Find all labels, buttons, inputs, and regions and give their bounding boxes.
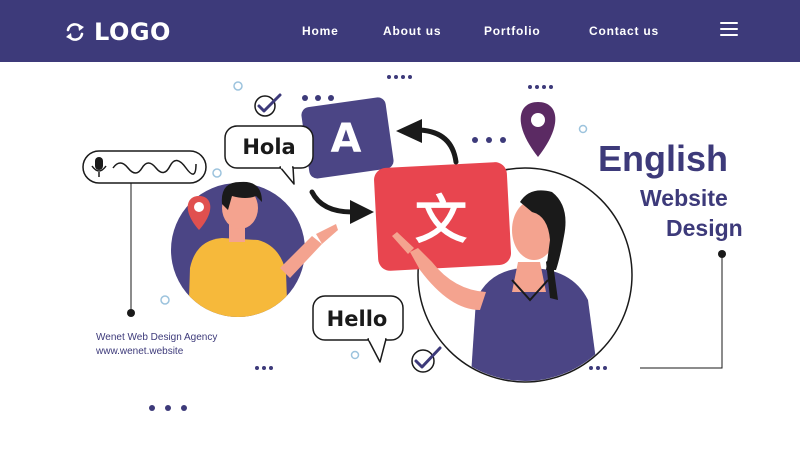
hero-illustration: A Hola 文 Hello xyxy=(82,75,726,411)
speech-bubble-hola: Hola xyxy=(224,125,314,185)
nav-about-us[interactable]: About us xyxy=(383,24,441,38)
card-latin-letter: A xyxy=(331,116,362,162)
sync-arrows-icon xyxy=(66,23,84,41)
headline-design: Design xyxy=(666,215,743,241)
location-pin-icon xyxy=(520,102,556,157)
hero-section: A Hola 文 Hello English Website Design We… xyxy=(0,62,800,450)
hamburger-menu-icon[interactable] xyxy=(720,22,740,40)
connector-dot xyxy=(127,309,135,317)
language-card-translate: 文 xyxy=(374,162,512,271)
card-translate-glyph: 文 xyxy=(415,191,467,251)
nav-home[interactable]: Home xyxy=(302,24,339,38)
headline-website: Website xyxy=(640,185,728,211)
bubble-hola-text: Hola xyxy=(242,135,295,159)
bubble-hello-text: Hello xyxy=(327,307,388,331)
checkmark-icon xyxy=(411,346,442,373)
nav-contact-us[interactable]: Contact us xyxy=(589,24,659,38)
nav-portfolio[interactable]: Portfolio xyxy=(484,24,541,38)
headline-english: English xyxy=(598,138,729,179)
logo-text: LOGO xyxy=(94,18,171,46)
logo[interactable]: LOGO xyxy=(64,17,171,47)
agency-website-link[interactable]: www.wenet.website xyxy=(96,346,183,357)
agency-name: Wenet Web Design Agency xyxy=(96,332,218,343)
voice-message-bar xyxy=(82,150,207,184)
navbar: LOGO Home About us Portfolio Contact us xyxy=(0,0,800,62)
connector-dot xyxy=(718,250,726,258)
language-card-latin: A xyxy=(301,97,394,179)
checkmark-icon xyxy=(254,93,282,117)
